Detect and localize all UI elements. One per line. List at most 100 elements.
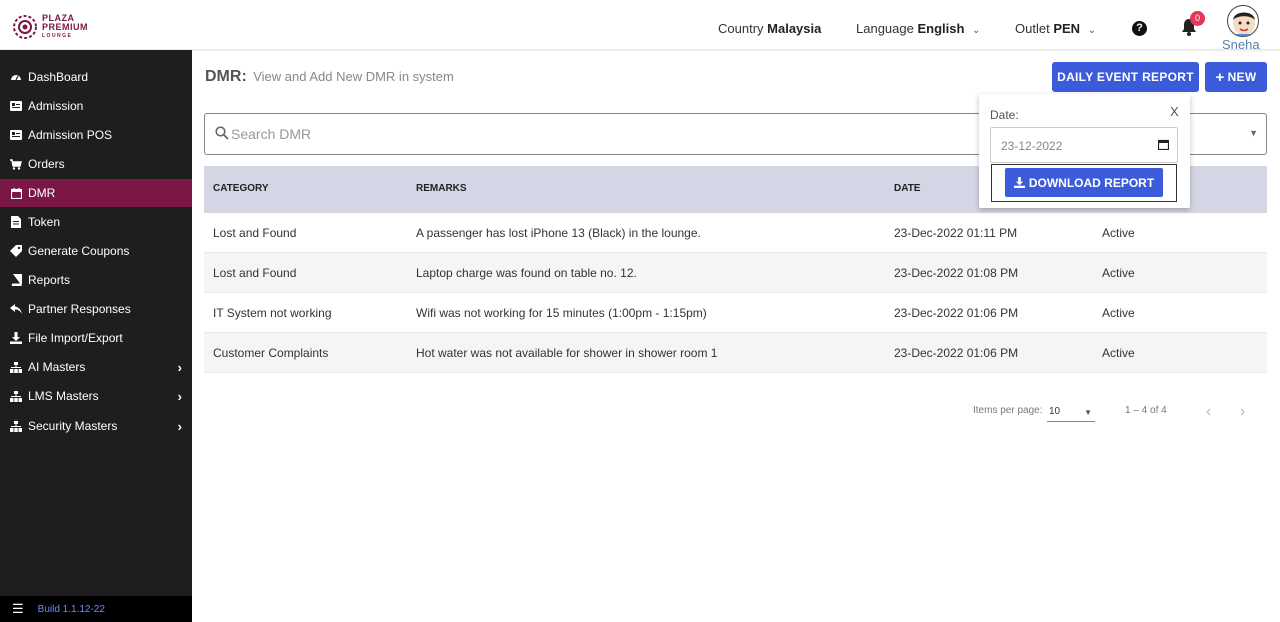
- table-row[interactable]: IT System not working Wifi was not worki…: [204, 293, 1267, 333]
- logo-line-3: LOUNGE: [42, 32, 73, 39]
- country-selector[interactable]: Country Malaysia: [718, 21, 821, 36]
- sidebar-item-token[interactable]: Token: [0, 208, 192, 236]
- next-page-button[interactable]: ›: [1240, 403, 1245, 421]
- cell-status: Active: [1102, 306, 1135, 320]
- cell-date: 23-Dec-2022 01:06 PM: [894, 306, 1019, 320]
- cell-status: Active: [1102, 266, 1135, 280]
- cell-status: Active: [1102, 346, 1135, 360]
- reply-icon: [10, 303, 22, 315]
- download-report-label: DOWNLOAD REPORT: [1028, 175, 1155, 190]
- outlet-label: Outlet: [1015, 21, 1050, 36]
- daily-event-report-button[interactable]: DAILY EVENT REPORT: [1052, 62, 1199, 92]
- sidebar-item-label: DashBoard: [28, 70, 89, 84]
- table-row[interactable]: Lost and Found A passenger has lost iPho…: [204, 213, 1267, 253]
- date-label: Date:: [990, 108, 1019, 122]
- download-report-popover: Date: X 23-12-2022 DOWNLOAD REPORT: [979, 94, 1190, 208]
- sidebar-item-dmr[interactable]: DMR: [0, 179, 192, 207]
- caret-down-icon[interactable]: ▼: [1249, 128, 1258, 138]
- sidebar-item-security-masters[interactable]: Security Masters ›: [0, 412, 192, 440]
- logo-mark-icon: [13, 15, 37, 39]
- logo-text: PLAZA PREMIUM LOUNGE: [42, 13, 88, 41]
- chevron-right-icon: ›: [177, 418, 182, 434]
- page-title: DMR: View and Add New DMR in system: [205, 68, 454, 86]
- sidebar-item-label: Admission POS: [28, 128, 113, 142]
- close-button[interactable]: X: [1170, 104, 1179, 119]
- help-icon[interactable]: ?: [1132, 21, 1147, 36]
- book-icon: [10, 274, 22, 286]
- date-input[interactable]: 23-12-2022: [990, 127, 1178, 163]
- dashboard-icon: [10, 71, 22, 83]
- cell-date: 23-Dec-2022 01:08 PM: [894, 266, 1019, 280]
- id-card-icon: [10, 100, 22, 112]
- file-icon: [10, 216, 22, 228]
- sidebar-item-label: Admission: [28, 99, 84, 113]
- sidebar-item-lms-masters[interactable]: LMS Masters ›: [0, 382, 192, 410]
- sidebar-item-label: Generate Coupons: [28, 244, 130, 258]
- cell-remarks: Hot water was not available for shower i…: [416, 346, 718, 360]
- sitemap-icon: [10, 420, 22, 432]
- previous-page-button[interactable]: ‹: [1206, 403, 1211, 421]
- outlet-value: PEN: [1053, 21, 1081, 36]
- search-icon: [215, 126, 229, 140]
- chevron-right-icon: ›: [177, 359, 182, 375]
- sidebar-item-reports[interactable]: Reports: [0, 266, 192, 294]
- cell-status: Active: [1102, 226, 1135, 240]
- items-per-page-label: Items per page:: [973, 405, 1043, 416]
- user-name[interactable]: Sneha: [1222, 37, 1260, 52]
- language-value: English: [917, 21, 965, 36]
- calendar-icon: [10, 187, 22, 199]
- sidebar-footer: ☰ Build 1.1.12-22: [0, 596, 192, 622]
- avatar-face-icon: [1233, 12, 1255, 36]
- pagination-range: 1 – 4 of 4: [1125, 405, 1167, 416]
- new-button-label: NEW: [1227, 70, 1257, 84]
- cart-icon: [10, 158, 22, 170]
- new-button[interactable]: + NEW: [1205, 62, 1267, 92]
- cell-remarks: Laptop charge was found on table no. 12.: [416, 266, 637, 280]
- sidebar-item-dashboard[interactable]: DashBoard: [0, 63, 192, 91]
- date-value: 23-12-2022: [1001, 139, 1063, 153]
- sidebar-item-file-import-export[interactable]: File Import/Export: [0, 324, 192, 352]
- brand-logo[interactable]: PLAZA PREMIUM LOUNGE: [12, 12, 88, 42]
- sidebar-item-generate-coupons[interactable]: Generate Coupons: [0, 237, 192, 265]
- caret-down-icon: ▼: [1084, 408, 1092, 417]
- sidebar-item-ai-masters[interactable]: AI Masters ›: [0, 353, 192, 381]
- avatar[interactable]: [1227, 5, 1259, 37]
- sidebar-item-label: Orders: [28, 157, 65, 171]
- tag-icon: [10, 245, 22, 257]
- chevron-down-icon: ⌄: [1087, 25, 1097, 36]
- sidebar-item-label: DMR: [28, 186, 56, 200]
- calendar-icon[interactable]: [1158, 139, 1169, 150]
- table-row[interactable]: Lost and Found Laptop charge was found o…: [204, 253, 1267, 293]
- cell-date: 23-Dec-2022 01:11 PM: [894, 226, 1018, 240]
- cell-remarks: A passenger has lost iPhone 13 (Black) i…: [416, 226, 701, 240]
- sidebar-item-label: AI Masters: [28, 360, 86, 374]
- download-report-button[interactable]: DOWNLOAD REPORT: [1005, 168, 1163, 197]
- sidebar-item-admission[interactable]: Admission: [0, 92, 192, 120]
- sidebar-item-admission-pos[interactable]: Admission POS: [0, 121, 192, 149]
- table-row[interactable]: Customer Complaints Hot water was not av…: [204, 333, 1267, 373]
- items-per-page-select[interactable]: 10 ▼: [1047, 404, 1095, 422]
- search-placeholder: Search DMR: [231, 126, 312, 142]
- cell-category: IT System not working: [213, 306, 332, 320]
- cell-category: Customer Complaints: [213, 346, 329, 360]
- outlet-selector[interactable]: Outlet PEN ⌄: [1015, 21, 1096, 36]
- sidebar-item-label: Token: [28, 215, 61, 229]
- id-card-icon: [10, 129, 22, 141]
- language-selector[interactable]: Language English ⌄: [856, 21, 980, 36]
- column-header-date[interactable]: DATE: [894, 183, 920, 194]
- download-icon: [10, 332, 22, 344]
- language-label: Language: [856, 21, 914, 36]
- chevron-down-icon: ⌄: [972, 25, 981, 36]
- country-value: Malaysia: [767, 21, 822, 36]
- items-per-page-value: 10: [1049, 406, 1061, 417]
- logo-line-2: PREMIUM: [42, 21, 88, 32]
- menu-icon[interactable]: ☰: [12, 601, 24, 617]
- top-bar: PLAZA PREMIUM LOUNGE Country Malaysia La…: [0, 0, 1280, 52]
- sidebar-item-label: Security Masters: [28, 419, 118, 433]
- column-header-remarks[interactable]: REMARKS: [416, 183, 467, 194]
- sitemap-icon: [10, 390, 22, 402]
- sidebar-item-partner-responses[interactable]: Partner Responses: [0, 295, 192, 323]
- chevron-right-icon: ›: [177, 388, 182, 404]
- sidebar-item-orders[interactable]: Orders: [0, 150, 192, 178]
- column-header-category[interactable]: CATEGORY: [213, 183, 269, 194]
